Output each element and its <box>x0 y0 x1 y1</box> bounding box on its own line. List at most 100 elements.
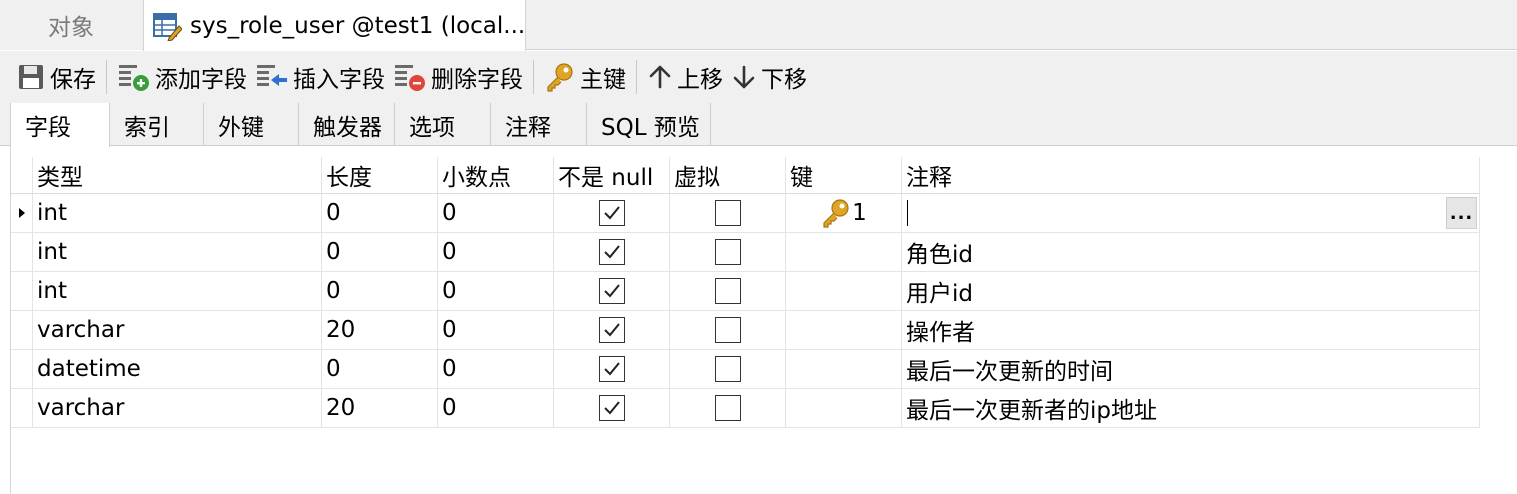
move-up-button[interactable]: 上移 <box>643 57 727 97</box>
table-row[interactable]: varchar 20 0 最后一次更新者的ip地址 <box>11 389 1480 428</box>
header-key[interactable]: 键 <box>786 157 902 193</box>
primary-key-button[interactable]: 主键 <box>540 57 630 97</box>
tab-fields[interactable]: 字段 <box>10 103 110 147</box>
arrow-up-icon <box>649 65 671 89</box>
not-null-checkbox[interactable] <box>598 200 625 226</box>
header-type[interactable]: 类型 <box>33 157 322 193</box>
comment-editor-button[interactable]: ... <box>1446 197 1477 229</box>
row-selector[interactable] <box>11 194 33 232</box>
row-selector[interactable] <box>11 389 33 427</box>
tab-table-design[interactable]: sys_role_user @test1 (local... <box>143 0 526 51</box>
cell-decimals[interactable]: 0 <box>438 350 554 388</box>
designer-tab-bar: 字段 索引 外键 触发器 选项 注释 SQL 预览 <box>0 103 1517 147</box>
cell-comment[interactable]: 最后一次更新者的ip地址 <box>902 389 1480 427</box>
tab-sql-preview[interactable]: SQL 预览 <box>587 103 711 146</box>
cell-decimals[interactable]: 0 <box>438 272 554 310</box>
table-row[interactable]: varchar 20 0 操作者 <box>11 311 1480 350</box>
tab-options[interactable]: 选项 <box>395 103 491 146</box>
not-null-checkbox[interactable] <box>598 356 625 382</box>
virtual-checkbox[interactable] <box>714 395 741 421</box>
cell-key[interactable] <box>786 389 902 427</box>
tab-triggers[interactable]: 触发器 <box>299 103 395 146</box>
cell-length[interactable]: 0 <box>322 233 438 271</box>
toolbar-separator <box>533 60 534 94</box>
virtual-checkbox[interactable] <box>714 356 741 382</box>
not-null-checkbox[interactable] <box>598 395 625 421</box>
cell-decimals[interactable]: 0 <box>438 194 554 232</box>
text-cursor <box>907 200 908 226</box>
virtual-checkbox[interactable] <box>714 200 741 226</box>
tab-indexes-label: 索引 <box>124 114 170 141</box>
virtual-checkbox[interactable] <box>714 278 741 304</box>
cell-comment[interactable]: 角色id <box>902 233 1480 271</box>
row-selector[interactable] <box>11 311 33 349</box>
header-decimals[interactable]: 小数点 <box>438 157 554 193</box>
cell-type[interactable]: int <box>33 272 322 310</box>
cell-decimals-value: 0 <box>442 356 457 382</box>
header-not-null[interactable]: 不是 null <box>554 157 670 193</box>
header-comment-label: 注释 <box>906 165 952 191</box>
insert-field-button[interactable]: 插入字段 <box>251 57 389 97</box>
cell-length[interactable]: 0 <box>322 194 438 232</box>
cell-key[interactable]: 1 <box>786 194 902 232</box>
cell-comment[interactable]: 用户id <box>902 272 1480 310</box>
cell-type[interactable]: datetime <box>33 350 322 388</box>
cell-comment-editing[interactable]: ... <box>902 194 1480 232</box>
cell-length[interactable]: 20 <box>322 389 438 427</box>
row-selector-header <box>11 157 33 193</box>
cell-type[interactable]: int <box>33 233 322 271</box>
cell-comment-value: 用户id <box>906 281 973 307</box>
cell-key[interactable] <box>786 233 902 271</box>
table-row[interactable]: int 0 0 1 ... <box>11 194 1480 233</box>
table-design-icon <box>152 11 183 42</box>
insert-field-label: 插入字段 <box>293 67 385 93</box>
table-row[interactable]: int 0 0 用户id <box>11 272 1480 311</box>
header-length[interactable]: 长度 <box>322 157 438 193</box>
row-selector[interactable] <box>11 350 33 388</box>
virtual-checkbox[interactable] <box>714 317 741 343</box>
cell-decimals[interactable]: 0 <box>438 233 554 271</box>
tab-objects-label: 对象 <box>48 15 94 41</box>
not-null-checkbox[interactable] <box>598 278 625 304</box>
cell-comment[interactable]: 操作者 <box>902 311 1480 349</box>
tab-foreign-keys[interactable]: 外键 <box>204 103 299 146</box>
cell-type[interactable]: varchar <box>33 311 322 349</box>
cell-decimals[interactable]: 0 <box>438 389 554 427</box>
table-row[interactable]: int 0 0 角色id <box>11 233 1480 272</box>
tab-comment[interactable]: 注释 <box>491 103 587 146</box>
cell-decimals[interactable]: 0 <box>438 311 554 349</box>
not-null-checkbox[interactable] <box>598 239 625 265</box>
current-row-indicator-icon <box>19 208 25 218</box>
save-label: 保存 <box>50 67 96 93</box>
header-comment[interactable]: 注释 <box>902 157 1480 193</box>
virtual-checkbox[interactable] <box>714 239 741 265</box>
tab-indexes[interactable]: 索引 <box>110 103 204 146</box>
cell-key[interactable] <box>786 272 902 310</box>
header-virtual[interactable]: 虚拟 <box>670 157 786 193</box>
cell-length[interactable]: 20 <box>322 311 438 349</box>
table-row[interactable]: datetime 0 0 最后一次更新的时间 <box>11 350 1480 389</box>
cell-type[interactable]: varchar <box>33 389 322 427</box>
add-field-button[interactable]: 添加字段 <box>113 57 251 97</box>
row-selector[interactable] <box>11 233 33 271</box>
not-null-checkbox[interactable] <box>598 317 625 343</box>
cell-decimals-value: 0 <box>442 395 457 421</box>
save-button[interactable]: 保存 <box>12 57 100 97</box>
delete-field-button[interactable]: 删除字段 <box>389 57 527 97</box>
cell-key[interactable] <box>786 311 902 349</box>
cell-key[interactable] <box>786 350 902 388</box>
tab-objects[interactable]: 对象 <box>0 0 142 50</box>
cell-type[interactable]: int <box>33 194 322 232</box>
cell-comment[interactable]: 最后一次更新的时间 <box>902 350 1480 388</box>
cell-not-null <box>554 194 670 232</box>
cell-length-value: 0 <box>326 239 341 265</box>
row-selector[interactable] <box>11 272 33 310</box>
cell-length[interactable]: 0 <box>322 272 438 310</box>
header-not-null-label: 不是 null <box>558 165 654 191</box>
checkmark-icon <box>603 401 620 415</box>
save-icon <box>19 65 43 89</box>
cell-comment-value: 最后一次更新的时间 <box>906 359 1113 385</box>
cell-length[interactable]: 0 <box>322 350 438 388</box>
header-decimals-label: 小数点 <box>442 165 511 191</box>
move-down-button[interactable]: 下移 <box>727 57 811 97</box>
